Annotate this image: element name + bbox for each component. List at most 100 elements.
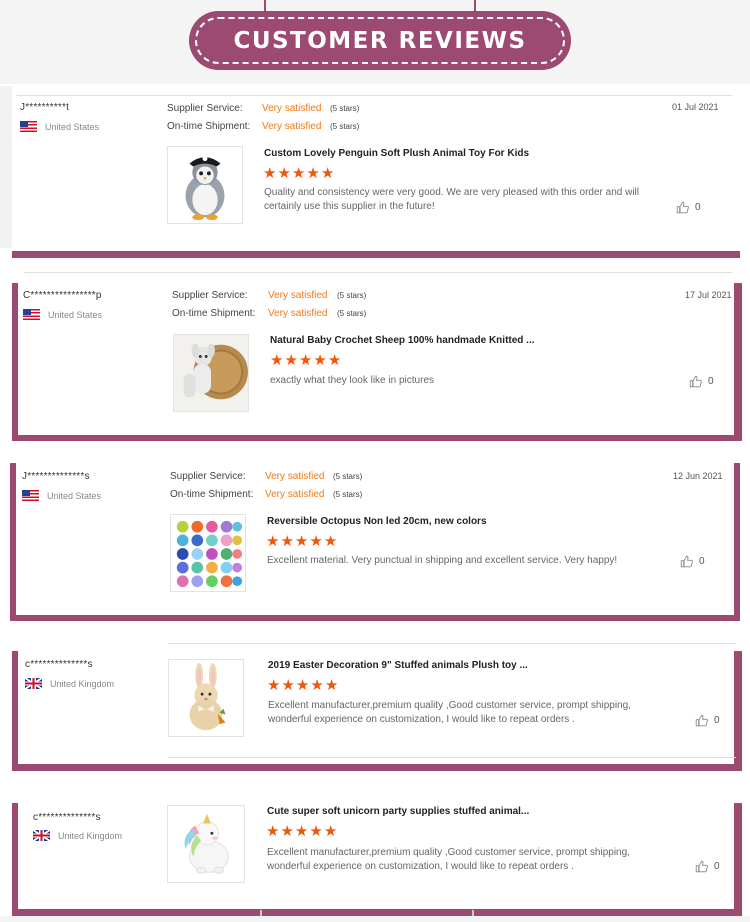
card-divider [168,757,736,758]
reviewer-country: United States [22,490,101,501]
like-count: 0 [708,376,714,387]
star-icon: ★ [267,677,281,694]
like-button[interactable]: 0 [676,201,701,214]
crochet-sheep-image [174,335,248,411]
like-button[interactable]: 0 [680,555,705,568]
reviewer-country: United Kingdom [33,830,122,841]
reviews-page: CUSTOMER REVIEWS J**********t United Sta… [0,0,750,922]
us-flag-icon [22,490,39,501]
supplier-service-label: Supplier Service: [172,290,248,301]
review-date: 12 Jun 2021 [673,471,723,481]
rating-stars: ★ ★ ★ ★ ★ [263,166,334,181]
rating-stars: ★ ★ ★ ★ ★ [266,824,337,839]
card-divider [168,643,736,644]
country-name: United States [47,490,102,501]
reviewer-name: J**********t [20,102,70,113]
star-icon: ★ [327,352,342,369]
frame-backdrop [0,86,12,248]
star-icon: ★ [320,165,335,182]
product-thumbnail-octopus[interactable] [170,514,246,592]
star-icon: ★ [263,165,277,182]
uk-flag-icon [33,830,50,841]
star-icon: ★ [323,533,338,550]
reviewer-country: United States [23,309,102,320]
reviewer-name: C****************p [23,290,102,301]
product-title[interactable]: Custom Lovely Penguin Soft Plush Animal … [264,148,529,159]
star-icon: ★ [313,352,327,369]
penguin-plush-image [168,147,242,223]
card-divider [16,95,732,96]
ontime-shipment-label: On-time Shipment: [172,308,256,319]
thumbs-up-icon [689,375,702,388]
star-icon: ★ [277,165,291,182]
card-divider [24,272,732,273]
thumbs-up-icon [676,201,689,214]
review-date: 17 Jul 2021 [685,290,732,300]
supplier-service-stars: (5 stars) [333,472,363,481]
ontime-shipment-value: Very satisfied [262,121,322,132]
product-thumbnail-unicorn[interactable] [167,805,245,883]
ontime-shipment-label: On-time Shipment: [167,121,251,132]
product-thumbnail-sheep[interactable] [173,334,249,412]
star-icon: ★ [306,165,320,182]
product-title[interactable]: Reversible Octopus Non led 20cm, new col… [267,516,487,527]
us-flag-icon [23,309,40,320]
review-text: exactly what they look like in pictures [270,375,434,386]
star-icon: ★ [291,165,306,182]
supplier-service-stars: (5 stars) [330,104,360,113]
thumbs-up-icon [695,714,708,727]
review-date: 01 Jul 2021 [672,102,719,112]
like-button[interactable]: 0 [695,860,720,873]
like-count: 0 [714,861,720,872]
product-title[interactable]: Natural Baby Crochet Sheep 100% handmade… [270,335,535,346]
octopus-plush-image [171,515,245,591]
supplier-service-value: Very satisfied [265,471,325,482]
supplier-service-label: Supplier Service: [170,471,246,482]
review-card-inner [12,89,728,251]
reviewer-country: United Kingdom [25,678,114,689]
easter-bunny-image [169,660,243,736]
star-icon: ★ [298,352,313,369]
star-icon: ★ [270,352,284,369]
star-icon: ★ [280,533,294,550]
star-icon: ★ [284,352,298,369]
like-count: 0 [699,556,705,567]
footer-band [0,916,750,922]
product-title[interactable]: 2019 Easter Decoration 9" Stuffed animal… [268,660,528,671]
supplier-service-label: Supplier Service: [167,103,243,114]
like-button[interactable]: 0 [695,714,720,727]
uk-flag-icon [25,678,42,689]
rating-stars: ★ ★ ★ ★ ★ [267,678,338,693]
ontime-shipment-value: Very satisfied [268,308,328,319]
supplier-service-value: Very satisfied [262,103,322,114]
country-name: United States [45,121,100,132]
star-icon: ★ [266,533,280,550]
product-thumbnail-penguin[interactable] [167,146,243,224]
unicorn-plush-image [168,806,244,882]
thumbs-up-icon [680,555,693,568]
product-thumbnail-bunny[interactable] [168,659,244,737]
review-card [16,463,734,615]
star-icon: ★ [294,533,309,550]
thumbs-up-icon [695,860,708,873]
review-text: Excellent manufacturer,premium quality ,… [268,700,631,725]
banner-title: CUSTOMER REVIEWS [233,27,527,54]
star-icon: ★ [294,823,309,840]
star-icon: ★ [295,677,310,694]
review-text: Quality and consistency were very good. … [264,187,639,212]
product-title[interactable]: Cute super soft unicorn party supplies s… [267,806,529,817]
country-name: United Kingdom [50,678,115,689]
reviewer-name: c**************s [25,659,93,670]
star-icon: ★ [280,823,294,840]
rating-stars: ★ ★ ★ ★ ★ [270,353,341,368]
review-text: Excellent manufacturer,premium quality ,… [267,847,630,872]
like-count: 0 [695,202,701,213]
us-flag-icon [20,121,37,132]
ontime-shipment-stars: (5 stars) [337,309,367,318]
like-count: 0 [714,715,720,726]
reviewer-country: United States [20,121,99,132]
like-button[interactable]: 0 [689,375,714,388]
star-icon: ★ [323,823,338,840]
country-name: United Kingdom [58,830,123,841]
star-icon: ★ [310,677,324,694]
